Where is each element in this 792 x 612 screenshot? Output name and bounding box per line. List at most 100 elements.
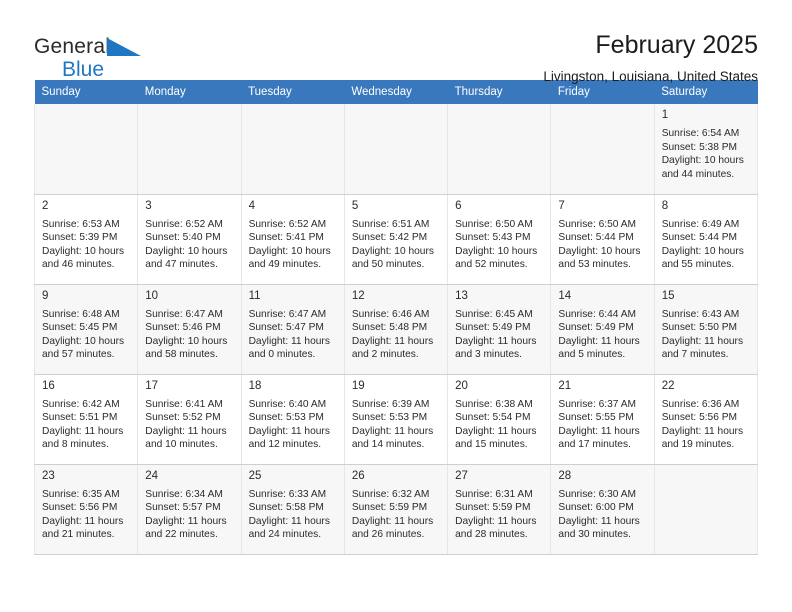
daylight-text-line2: and 47 minutes. [145, 259, 218, 271]
calendar-day-cell[interactable]: 14 Sunrise: 6:44 AM Sunset: 5:49 PM Dayligh… [550, 284, 655, 375]
calendar-day-cell[interactable]: 9 Sunrise: 6:48 AM Sunset: 5:45 PM Daylight… [33, 284, 139, 375]
day-number: 23 [42, 469, 55, 482]
sunrise-text: Sunrise: 6:52 AM [145, 218, 223, 230]
sunset-text: Sunset: 5:46 PM [145, 322, 221, 334]
day-cell-content: 17 Sunrise: 6:41 AM Sunset: 5:52 PM Dayligh… [138, 375, 240, 464]
empty-cell-content [344, 104, 448, 194]
day-number: 24 [145, 469, 159, 482]
daylight-text-line1: Daylight: 10 hours [661, 245, 744, 257]
calendar-day-cell[interactable]: 13 Sunrise: 6:45 AM Sunset: 5:49 PM Dayligh… [447, 284, 552, 375]
daylight-text-line1: Daylight: 11 hours [248, 515, 330, 527]
calendar-day-cell[interactable]: 15 Sunrise: 6:43 AM Sunset: 5:50 PM Dayligh… [653, 284, 759, 375]
calendar-day-cell[interactable]: 26 Sunrise: 6:32 AM Sunset: 5:59 PM Dayligh… [343, 464, 449, 555]
calendar-day-cell[interactable]: 25 Sunrise: 6:33 AM Sunset: 5:58 PM Dayligh… [240, 464, 345, 555]
sunset-text: Sunset: 5:44 PM [558, 232, 634, 244]
calendar-day-cell[interactable]: 10 Sunrise: 6:47 AM Sunset: 5:46 PM Dayligh… [137, 284, 242, 375]
daylight-text-line2: and 22 minutes. [145, 529, 218, 541]
calendar-day-cell[interactable]: 27 Sunrise: 6:31 AM Sunset: 5:59 PM Dayligh… [447, 464, 552, 555]
calendar-day-cell[interactable]: 6 Sunrise: 6:50 AM Sunset: 5:43 PM Daylight… [447, 194, 552, 285]
sun-info: Sunrise: 6:49 AM Sunset: 5:44 PM Daylight:… [662, 218, 750, 272]
day-cell-content: 20 Sunrise: 6:38 AM Sunset: 5:54 PM Dayligh… [448, 375, 550, 464]
calendar-day-cell[interactable]: 21 Sunrise: 6:37 AM Sunset: 5:55 PM Dayligh… [550, 374, 655, 465]
day-number: 22 [661, 379, 675, 392]
calendar-day-cell[interactable]: 11 Sunrise: 6:47 AM Sunset: 5:47 PM Dayligh… [240, 284, 345, 375]
weekday-header-wednesday: Wednesday [344, 80, 448, 104]
daylight-text-line1: Daylight: 11 hours [248, 335, 330, 347]
daylight-text-line1: Daylight: 10 hours [42, 335, 125, 347]
calendar-page: General Blue February 2025 Livingston, L… [0, 0, 792, 612]
calendar-day-cell[interactable]: 20 Sunrise: 6:38 AM Sunset: 5:54 PM Dayligh… [447, 374, 552, 465]
daylight-text-line2: and 17 minutes. [558, 439, 631, 451]
daylight-text-line1: Daylight: 11 hours [455, 335, 537, 347]
day-cell-content: 2 Sunrise: 6:53 AM Sunset: 5:39 PM Daylight… [35, 195, 137, 284]
calendar-cell-empty [343, 104, 449, 195]
day-number: 11 [248, 289, 261, 302]
daylight-text-line1: Daylight: 10 hours [351, 245, 434, 257]
sunrise-text: Sunrise: 6:47 AM [145, 308, 223, 320]
sunrise-text: Sunrise: 6:47 AM [248, 308, 327, 320]
sunset-text: Sunset: 5:58 PM [248, 502, 324, 514]
sunset-text: Sunset: 5:48 PM [351, 322, 428, 334]
sunset-text: Sunset: 5:54 PM [455, 412, 531, 424]
empty-cell-content [448, 104, 551, 194]
calendar-day-cell[interactable]: 1 Sunrise: 6:54 AM Sunset: 5:38 PM Daylight… [653, 104, 759, 195]
daylight-text-line1: Daylight: 11 hours [558, 335, 640, 347]
sunrise-text: Sunrise: 6:45 AM [455, 308, 533, 320]
sun-info: Sunrise: 6:33 AM Sunset: 5:58 PM Daylight:… [249, 488, 337, 542]
sunrise-text: Sunrise: 6:33 AM [248, 488, 327, 500]
weekday-header-sunday: Sunday [34, 80, 138, 104]
brand-name-general: General [34, 35, 111, 58]
sunset-text: Sunset: 5:51 PM [42, 412, 118, 424]
day-number: 21 [558, 379, 572, 392]
calendar-day-cell[interactable]: 12 Sunrise: 6:46 AM Sunset: 5:48 PM Dayligh… [343, 284, 449, 375]
calendar-day-cell[interactable]: 7 Sunrise: 6:50 AM Sunset: 5:44 PM Daylight… [550, 194, 655, 285]
empty-cell-content [35, 104, 138, 194]
calendar-day-cell[interactable]: 24 Sunrise: 6:34 AM Sunset: 5:57 PM Dayligh… [137, 464, 242, 555]
sunset-text: Sunset: 5:56 PM [661, 412, 738, 424]
sunset-text: Sunset: 5:40 PM [145, 232, 221, 244]
calendar-day-cell[interactable]: 4 Sunrise: 6:52 AM Sunset: 5:41 PM Daylight… [240, 194, 345, 285]
sunrise-text: Sunrise: 6:50 AM [558, 218, 636, 230]
day-number: 26 [351, 469, 365, 482]
day-cell-content: 18 Sunrise: 6:40 AM Sunset: 5:53 PM Dayligh… [242, 375, 344, 464]
calendar-day-cell[interactable]: 3 Sunrise: 6:52 AM Sunset: 5:40 PM Daylight… [137, 194, 242, 285]
sunrise-text: Sunrise: 6:52 AM [248, 218, 327, 230]
calendar-table: Sunday Monday Tuesday Wednesday Thursday… [33, 80, 759, 555]
day-cell-content: 28 Sunrise: 6:30 AM Sunset: 6:00 PM Dayligh… [551, 464, 654, 554]
sunrise-text: Sunrise: 6:40 AM [248, 398, 327, 410]
daylight-text-line2: and 44 minutes. [661, 168, 735, 180]
daylight-text-line1: Daylight: 11 hours [351, 515, 434, 527]
sunrise-text: Sunrise: 6:50 AM [455, 218, 533, 230]
calendar-day-cell[interactable]: 22 Sunrise: 6:36 AM Sunset: 5:56 PM Dayligh… [653, 374, 759, 465]
day-cell-content: 26 Sunrise: 6:32 AM Sunset: 5:59 PM Dayligh… [344, 464, 448, 554]
day-cell-content: 27 Sunrise: 6:31 AM Sunset: 5:59 PM Dayligh… [448, 464, 551, 554]
calendar-week-row: 1 Sunrise: 6:54 AM Sunset: 5:38 PM Daylight… [33, 104, 759, 195]
sun-info: Sunrise: 6:52 AM Sunset: 5:40 PM Daylight:… [145, 218, 233, 272]
daylight-text-line1: Daylight: 11 hours [248, 425, 330, 437]
daylight-text-line1: Daylight: 10 hours [558, 245, 641, 257]
sunrise-text: Sunrise: 6:42 AM [42, 398, 120, 410]
sunset-text: Sunset: 5:49 PM [558, 322, 634, 334]
sun-info: Sunrise: 6:42 AM Sunset: 5:51 PM Daylight:… [42, 398, 130, 452]
calendar-day-cell[interactable]: 28 Sunrise: 6:30 AM Sunset: 6:00 PM Dayligh… [550, 464, 655, 555]
calendar-day-cell[interactable]: 17 Sunrise: 6:41 AM Sunset: 5:52 PM Dayligh… [137, 374, 242, 465]
calendar-day-cell[interactable]: 18 Sunrise: 6:40 AM Sunset: 5:53 PM Dayligh… [240, 374, 345, 465]
calendar-day-cell[interactable]: 5 Sunrise: 6:51 AM Sunset: 5:42 PM Daylight… [343, 194, 449, 285]
sun-info: Sunrise: 6:39 AM Sunset: 5:53 PM Daylight:… [352, 398, 440, 452]
daylight-text-line1: Daylight: 10 hours [145, 245, 228, 257]
calendar-day-cell[interactable]: 16 Sunrise: 6:42 AM Sunset: 5:51 PM Dayligh… [33, 374, 139, 465]
calendar-day-cell[interactable]: 2 Sunrise: 6:53 AM Sunset: 5:39 PM Daylight… [33, 194, 139, 285]
sunset-text: Sunset: 5:39 PM [42, 232, 118, 244]
calendar-day-cell[interactable]: 19 Sunrise: 6:39 AM Sunset: 5:53 PM Dayligh… [343, 374, 449, 465]
sun-info: Sunrise: 6:32 AM Sunset: 5:59 PM Daylight:… [352, 488, 440, 542]
sunrise-text: Sunrise: 6:51 AM [351, 218, 430, 230]
calendar-day-cell[interactable]: 8 Sunrise: 6:49 AM Sunset: 5:44 PM Daylight… [653, 194, 759, 285]
calendar-body: 1 Sunrise: 6:54 AM Sunset: 5:38 PM Daylight… [33, 104, 759, 555]
sunrise-text: Sunrise: 6:31 AM [455, 488, 533, 500]
sun-info: Sunrise: 6:44 AM Sunset: 5:49 PM Daylight:… [558, 308, 646, 362]
brand-logo[interactable]: General Blue [34, 30, 184, 80]
daylight-text-line2: and 2 minutes. [351, 349, 419, 361]
calendar-day-cell[interactable]: 23 Sunrise: 6:35 AM Sunset: 5:56 PM Dayligh… [33, 464, 139, 555]
sunrise-text: Sunrise: 6:54 AM [661, 128, 740, 139]
day-number: 18 [248, 379, 262, 392]
